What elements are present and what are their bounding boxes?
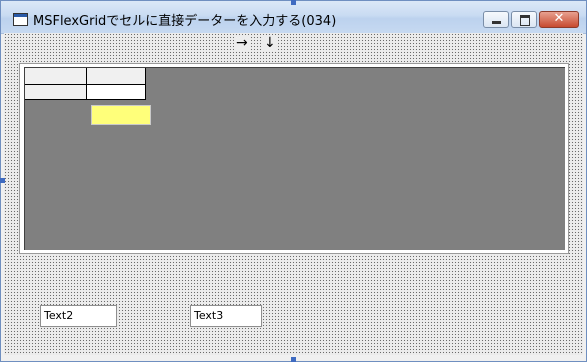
resize-handle-top[interactable]: [291, 0, 296, 5]
text3-textbox[interactable]: Text3: [190, 305, 262, 327]
msflexgrid[interactable]: [24, 67, 565, 250]
grid-fixed-row-header[interactable]: [25, 85, 87, 100]
close-icon: ✕: [553, 11, 565, 26]
minimize-button[interactable]: [483, 11, 509, 28]
grid-fixed-column-header[interactable]: [87, 68, 146, 85]
close-button[interactable]: ✕: [539, 11, 579, 28]
resize-handle-left[interactable]: [0, 178, 5, 183]
grid-fixed-corner-cell[interactable]: [25, 68, 87, 85]
minimize-icon: [492, 21, 501, 24]
right-arrow-label: →: [234, 35, 250, 51]
resize-handle-bottom[interactable]: [291, 357, 296, 362]
grid-data-cell[interactable]: [87, 85, 146, 100]
maximize-button[interactable]: [511, 11, 537, 28]
text2-textbox[interactable]: Text2: [40, 305, 117, 327]
maximize-icon: [520, 15, 530, 26]
title-bar[interactable]: MSFlexGridでセルに直接データーを入力する(034) ✕: [1, 1, 586, 34]
app-window-icon[interactable]: [13, 13, 28, 26]
cell-edit-textbox[interactable]: [91, 105, 151, 125]
window-title: MSFlexGridでセルに直接データーを入力する(034): [33, 14, 337, 29]
down-arrow-label: ↓: [262, 35, 278, 51]
